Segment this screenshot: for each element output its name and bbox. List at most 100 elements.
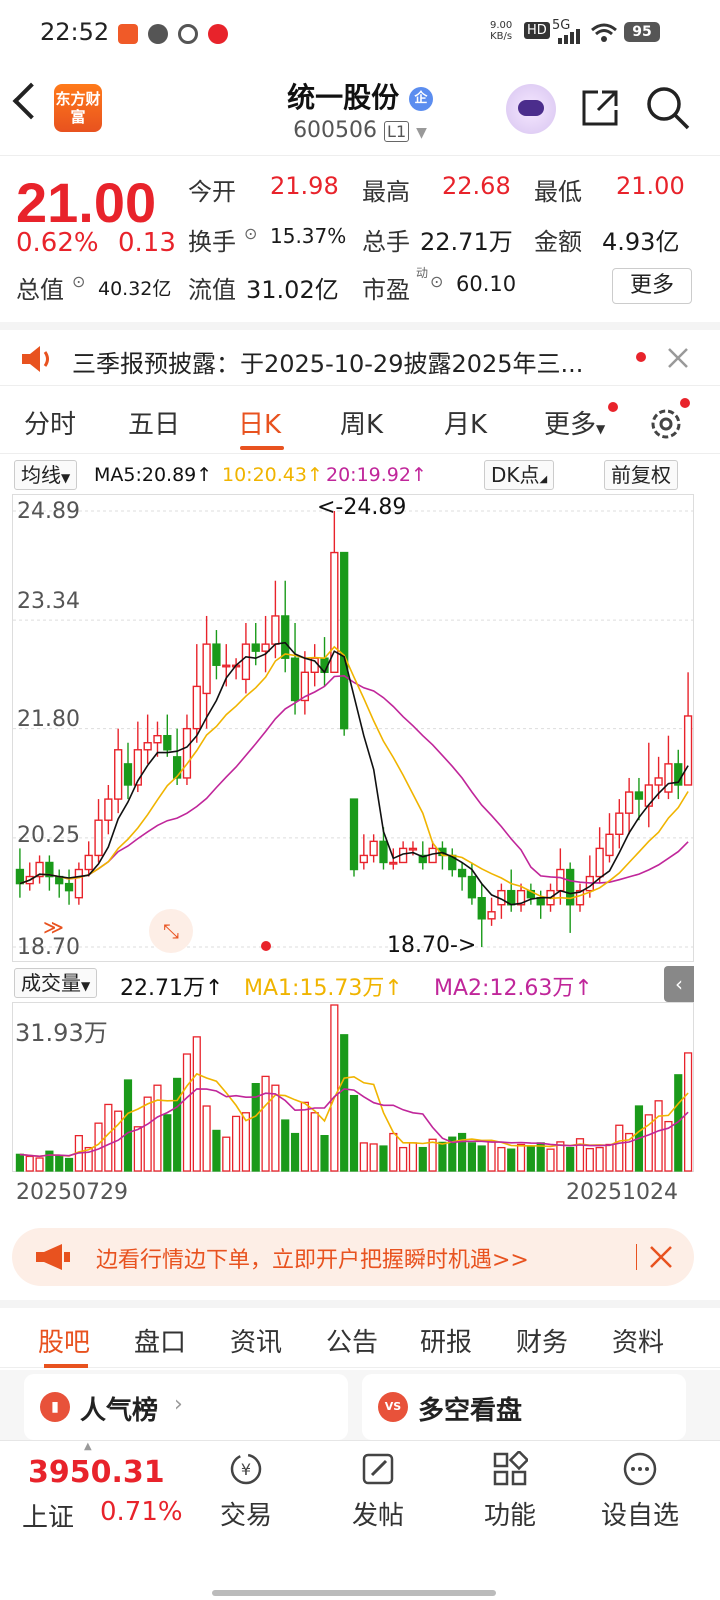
amount-label: 金额 [534, 228, 582, 256]
ma10-value: 10:20.43↑ [222, 464, 323, 486]
chevron-down-icon: ▼ [81, 979, 91, 993]
ma-select[interactable]: 均线▼ [14, 460, 78, 490]
tab-finance[interactable]: 财务 [516, 1322, 568, 1359]
info-icon[interactable]: ⊙ [430, 272, 443, 291]
candle [123, 742, 133, 800]
volume-bar [182, 1053, 192, 1172]
tab-more-label: 更多 [544, 410, 597, 440]
candle [222, 644, 231, 687]
fullscreen-icon[interactable]: ⤡ [149, 909, 193, 953]
period-tabs: 分时 五日 日K 周K 月K 更多▼ [0, 390, 720, 454]
ai-assistant-icon[interactable] [506, 84, 556, 134]
stock-name: 统一股份 [287, 81, 400, 114]
candle [15, 848, 25, 898]
duokong-card[interactable]: VS 多空看盘 [362, 1374, 686, 1440]
nav-add-watchlist[interactable]: 设自选 [580, 1441, 700, 1551]
gear-icon[interactable] [646, 404, 686, 444]
volume-current: 22.71万↑ [120, 976, 224, 1001]
active-tab-indicator [240, 446, 284, 450]
net-speed: 9.00 KB/s [490, 20, 513, 42]
tab-guba[interactable]: 股吧 [38, 1322, 90, 1359]
tab-rik[interactable]: 日K [238, 404, 281, 441]
active-section-indicator [44, 1364, 88, 1368]
indicator-label: 成交量 [21, 971, 81, 995]
volume-bar [536, 1142, 545, 1172]
event-dot[interactable] [261, 941, 271, 951]
info-icon[interactable]: ⊙ [72, 272, 85, 291]
volume-bar [173, 1077, 182, 1172]
collapse-panel-icon[interactable]: ‹ [664, 966, 694, 1002]
kline-chart[interactable]: 24.89 23.34 21.80 20.25 18.70 <-24.89 18… [12, 494, 695, 962]
high-value: 22.68 [442, 172, 511, 200]
promo-banner[interactable]: 边看行情边下单，立即开户把握瞬时机遇>> [12, 1228, 694, 1286]
volume-bar [526, 1145, 535, 1172]
tab-more[interactable]: 更多▼ [544, 404, 605, 441]
indicator-select[interactable]: 成交量▼ [14, 968, 98, 998]
tab-announcements[interactable]: 公告 [326, 1322, 378, 1359]
volume-bar [507, 1148, 516, 1172]
turnover-label: 换手 [188, 228, 236, 256]
x-start-date: 20250729 [16, 1180, 128, 1205]
volume-bar [241, 1112, 251, 1172]
nav-trade-label: 交易 [219, 1501, 272, 1531]
ma-select-label: 均线 [21, 463, 61, 487]
volume-bar [202, 1105, 211, 1172]
tab-yuek[interactable]: 月K [444, 404, 487, 441]
tab-research[interactable]: 研报 [420, 1322, 472, 1359]
expand-left-icon[interactable]: ≫ [43, 915, 64, 939]
quote-panel: 21.00 0.62% 0.13 今开 21.98 最高 22.68 最低 21… [0, 160, 720, 320]
close-icon[interactable] [648, 1244, 674, 1270]
volume-bar [133, 1126, 142, 1172]
popularity-card[interactable]: ▮ 人气榜 › [24, 1374, 348, 1440]
volume-bar [605, 1143, 614, 1172]
divider [636, 1244, 637, 1270]
tab-pankou[interactable]: 盘口 [134, 1322, 186, 1359]
notice-bar[interactable]: 三季报预披露：于2025-10-29披露2025年三... [0, 322, 720, 386]
volume-bar [281, 1119, 290, 1172]
wechat-icon [148, 24, 168, 44]
candle [644, 742, 653, 828]
close-icon[interactable] [666, 346, 690, 370]
low-label: 最低 [534, 178, 582, 206]
tab-profile[interactable]: 资料 [612, 1322, 664, 1359]
info-icon[interactable]: ⊙ [244, 224, 257, 243]
nav-functions[interactable]: 功能 [450, 1441, 570, 1551]
app-notification-icon [118, 24, 138, 44]
search-icon[interactable] [644, 84, 692, 132]
open-value: 21.98 [270, 172, 339, 200]
candle [349, 798, 359, 877]
share-icon[interactable] [578, 86, 622, 130]
candle [487, 897, 496, 926]
speaker-icon [22, 346, 49, 372]
max-price-annotation: <-24.89 [317, 495, 407, 520]
tab-wuri[interactable]: 五日 [128, 404, 180, 441]
volume-bar [290, 1132, 300, 1172]
nav-post-label: 发帖 [351, 1501, 404, 1531]
mktcap-value: 40.32亿 [98, 278, 172, 300]
candle [526, 883, 536, 905]
tab-news[interactable]: 资讯 [230, 1322, 282, 1359]
more-button[interactable]: 更多 [612, 268, 692, 304]
nav-post[interactable]: 发帖 [318, 1441, 438, 1551]
x-end-date: 20251024 [566, 1180, 678, 1205]
high-label: 最高 [362, 178, 410, 206]
nav-trade[interactable]: ¥ 交易 [186, 1441, 306, 1551]
volume-bar [497, 1146, 506, 1172]
pe-dynamic-sup: 动 [416, 266, 429, 280]
pe-label: 市盈 [362, 276, 410, 304]
volume-bar [389, 1132, 398, 1172]
adjust-button[interactable]: 前复权 [604, 460, 678, 490]
tab-zhouk[interactable]: 周K [340, 404, 383, 441]
home-indicator[interactable] [212, 1590, 496, 1596]
candle [163, 714, 172, 757]
volume-bar [300, 1101, 309, 1172]
volume-bar [516, 1143, 526, 1172]
dk-point-button[interactable]: DK点◢ [484, 460, 555, 490]
low-value: 21.00 [616, 172, 685, 200]
volume-chart[interactable]: 31.93万 [12, 1002, 694, 1172]
candle [143, 714, 152, 764]
volume-bar [556, 1141, 565, 1172]
chevron-down-icon: ▼ [416, 125, 427, 141]
current-price: 21.00 [16, 171, 157, 234]
tab-fenshi[interactable]: 分时 [24, 404, 76, 441]
